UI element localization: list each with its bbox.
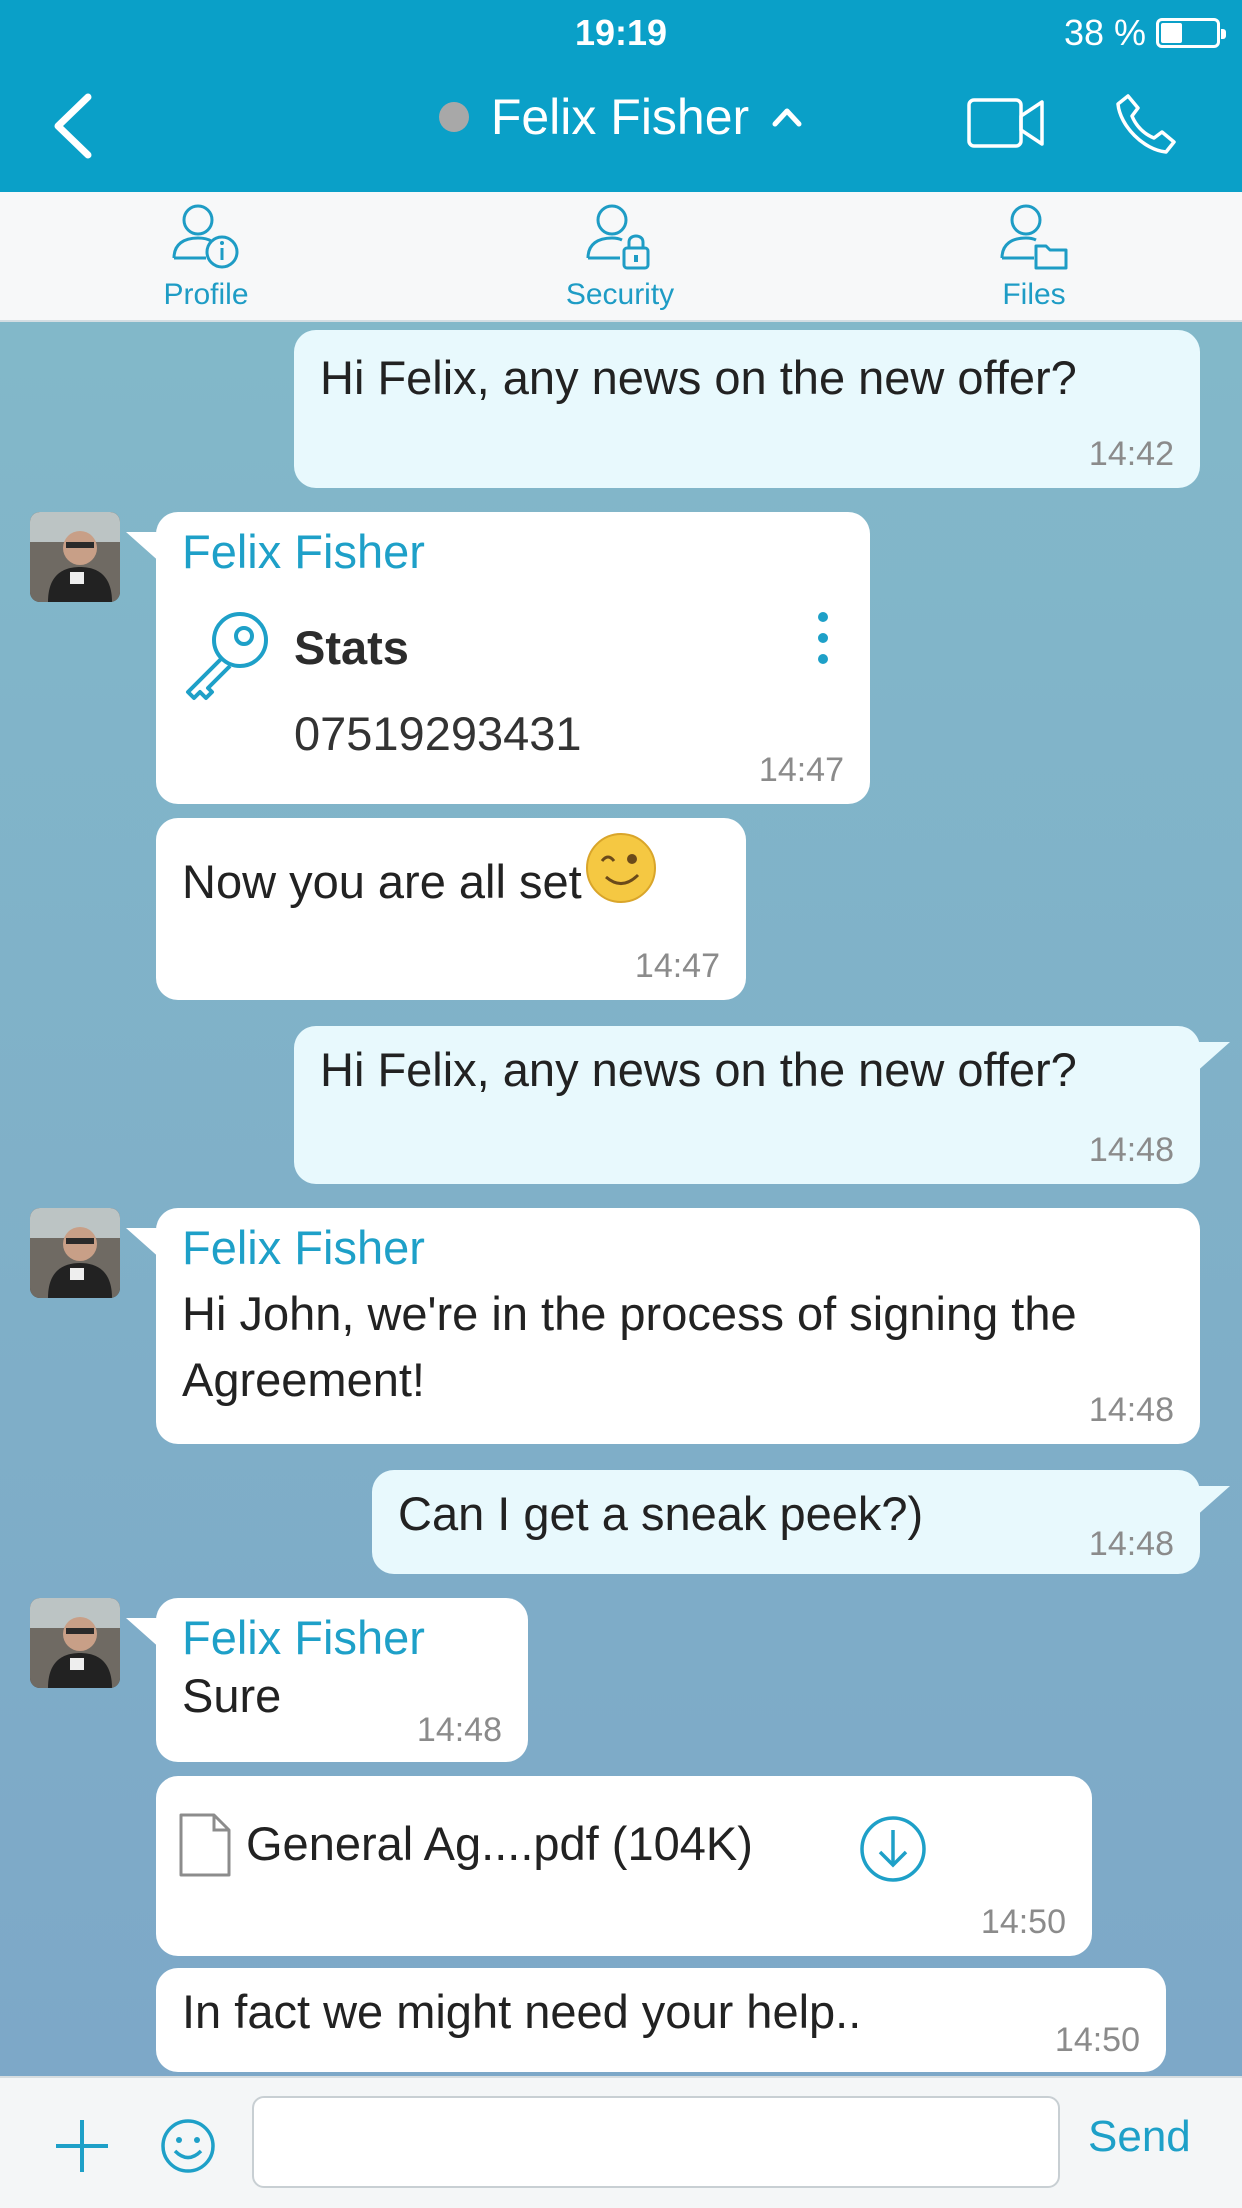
user-lock-icon — [586, 204, 650, 270]
wink-emoji-icon — [585, 832, 656, 903]
user-info-icon — [172, 204, 239, 269]
incoming-message[interactable]: Felix Fisher Sure 14:48 — [126, 1598, 528, 1762]
tab-security-label: Security — [565, 278, 675, 311]
message-text: Hi Felix, any news on the new offer? — [320, 351, 1077, 404]
card-title: Stats — [294, 621, 409, 674]
avatar[interactable] — [30, 1208, 120, 1298]
smiley-icon — [161, 2119, 215, 2173]
battery-text: 38 % — [1063, 12, 1146, 53]
message-list[interactable]: Hi Felix, any news on the new offer? 14:… — [0, 322, 1242, 2076]
message-time: 14:42 — [1088, 435, 1174, 473]
outgoing-message[interactable]: Hi Felix, any news on the new offer? 14:… — [294, 1026, 1230, 1184]
avatar-photo — [30, 512, 120, 602]
message-text-line-2: Agreement! — [182, 1353, 425, 1406]
message-time: 14:48 — [416, 1711, 502, 1749]
incoming-message-card[interactable]: Felix Fisher Stats 07519293431 14:47 — [126, 512, 870, 804]
emoji-button[interactable] — [160, 2118, 216, 2179]
contact-title[interactable]: Felix Fisher — [0, 88, 1242, 146]
plus-icon — [56, 2120, 108, 2172]
add-attachment-button[interactable] — [54, 2118, 110, 2179]
battery-fill — [1161, 23, 1183, 43]
message-time: 14:48 — [1088, 1131, 1174, 1169]
send-button[interactable]: Send — [1088, 2112, 1191, 2162]
incoming-message[interactable]: Felix Fisher Hi John, we're in the proce… — [126, 1208, 1200, 1444]
avatar[interactable] — [30, 512, 120, 602]
incoming-message[interactable]: In fact we might need your help.. 14:50 — [156, 1968, 1166, 2072]
top-bar: 19:19 38 % Felix Fisher — [0, 0, 1242, 192]
user-folder-icon — [1000, 204, 1068, 270]
phone-icon — [1116, 94, 1176, 154]
avatar-photo — [30, 1208, 120, 1298]
avatar-photo — [30, 1598, 120, 1688]
video-camera-icon — [967, 98, 1044, 148]
avatar[interactable] — [30, 1598, 120, 1688]
contact-name: Felix Fisher — [490, 89, 750, 145]
outgoing-message[interactable]: Can I get a sneak peek?) 14:48 — [372, 1470, 1230, 1574]
incoming-file-message[interactable]: General Ag....pdf (104K) 14:50 — [156, 1776, 1092, 1956]
message-text-line-1: Hi John, we're in the process of signing… — [182, 1287, 1077, 1340]
incoming-message[interactable]: Now you are all set 14:47 — [156, 818, 746, 1000]
video-call-button[interactable] — [966, 96, 1046, 157]
composer-bar: Send — [0, 2076, 1242, 2208]
battery-indicator: 38 % — [1063, 12, 1226, 54]
outgoing-message[interactable]: Hi Felix, any news on the new offer? 14:… — [294, 330, 1200, 488]
tab-security[interactable]: Security — [500, 192, 740, 322]
status-time: 19:19 — [574, 12, 668, 53]
chevron-up-icon — [772, 108, 802, 127]
more-options-icon[interactable] — [818, 612, 830, 675]
download-icon — [860, 1816, 926, 1882]
contact-tab-bar: Profile Security Files — [0, 192, 1242, 322]
message-input[interactable] — [252, 2096, 1060, 2188]
key-icon — [186, 612, 268, 700]
card-value: 07519293431 — [294, 707, 582, 760]
voice-call-button[interactable] — [1114, 92, 1178, 161]
message-text: Hi Felix, any news on the new offer? — [320, 1043, 1077, 1096]
file-name: General Ag....pdf (104K) — [246, 1817, 753, 1870]
message-time: 14:47 — [758, 751, 844, 789]
tab-profile-label: Profile — [163, 278, 249, 311]
message-time: 14:48 — [1088, 1525, 1174, 1563]
download-button[interactable] — [858, 1814, 928, 1895]
message-time: 14:48 — [1088, 1391, 1174, 1429]
presence-indicator — [438, 102, 469, 132]
message-time: 14:50 — [980, 1903, 1066, 1941]
message-time: 14:47 — [634, 947, 720, 985]
message-sender: Felix Fisher — [182, 1611, 425, 1664]
message-text: In fact we might need your help.. — [182, 1985, 862, 2038]
message-sender: Felix Fisher — [182, 1221, 425, 1274]
message-text: Can I get a sneak peek?) — [398, 1487, 924, 1540]
message-time: 14:50 — [1054, 2021, 1140, 2059]
tab-profile[interactable]: Profile — [86, 192, 326, 322]
message-text: Sure — [182, 1669, 282, 1722]
message-sender: Felix Fisher — [182, 525, 425, 578]
battery-icon — [1156, 18, 1226, 48]
document-icon — [179, 1813, 231, 1877]
tab-files[interactable]: Files — [914, 192, 1154, 322]
message-text: Now you are all set — [182, 855, 582, 908]
tab-files-label: Files — [1002, 278, 1066, 311]
